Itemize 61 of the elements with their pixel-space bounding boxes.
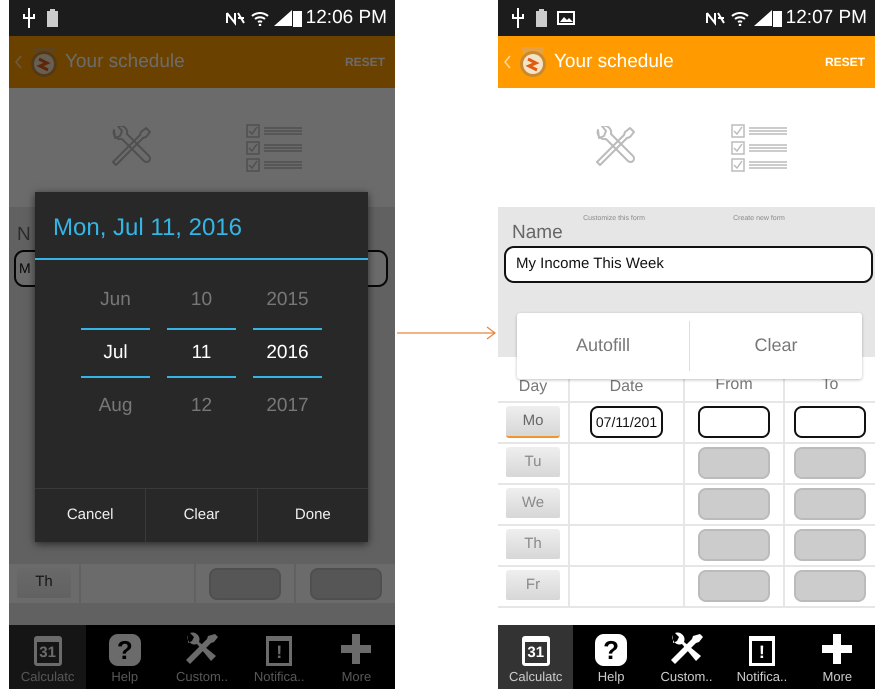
dialog-button[interactable]: Clear [146, 489, 258, 542]
dialog-title: Mon, Jul 11, 2016 [35, 192, 368, 260]
image-icon [557, 11, 575, 25]
mute-icon [226, 10, 246, 26]
picker-option[interactable]: 2015 [266, 280, 309, 320]
picker-current-value[interactable]: 2016 [253, 328, 322, 378]
checklist-icon[interactable] [246, 124, 303, 172]
nav-tab[interactable]: 31 Calculatc [9, 625, 86, 689]
time-field[interactable] [310, 568, 382, 600]
battery-icon [292, 9, 302, 27]
usb-icon [23, 8, 35, 28]
time-field[interactable] [698, 406, 770, 438]
action-button[interactable]: Clear [690, 320, 862, 370]
plus-icon [820, 632, 854, 666]
screen-title: Your schedule [65, 50, 185, 74]
calendar-icon: 31 [34, 636, 62, 666]
back-icon[interactable] [15, 55, 23, 69]
time-field[interactable] [209, 568, 281, 600]
name-label: Name [511, 222, 564, 242]
action-button[interactable]: Autofill [517, 320, 689, 370]
time-field[interactable] [794, 406, 866, 438]
picker-option[interactable]: 12 [190, 386, 212, 426]
screen-title: Your schedule [554, 50, 674, 74]
alert-calendar-icon: ! [748, 636, 775, 666]
status-time: 12:07 PM [786, 6, 867, 30]
status-time: 12:06 PM [306, 6, 387, 30]
battery-icon [47, 9, 58, 27]
help-icon: ? [108, 634, 141, 666]
reset-button[interactable]: RESET [824, 53, 865, 71]
dialog-button[interactable]: Cancel [35, 489, 146, 542]
date-field[interactable]: 07/11/201 [590, 406, 664, 438]
picker-current-value[interactable]: 11 [167, 328, 236, 378]
dialog-button[interactable]: Done [258, 489, 368, 542]
picker-current-value[interactable]: Jul [81, 328, 150, 378]
alert-calendar-icon: ! [266, 636, 292, 666]
picker-option[interactable]: 2017 [266, 386, 309, 426]
column-header: Date [610, 376, 644, 396]
column-header: Day [518, 376, 548, 396]
battery-icon [772, 9, 782, 27]
signal-icon [754, 10, 772, 26]
wifi-icon [730, 10, 749, 26]
picker-option[interactable]: 10 [190, 280, 212, 320]
name-field[interactable]: My Income This Week [504, 246, 873, 282]
day-button[interactable]: Mo [506, 406, 560, 438]
app-logo-icon [29, 46, 59, 78]
back-icon[interactable] [504, 55, 512, 69]
usb-icon [512, 8, 524, 28]
tools-icon [185, 632, 219, 666]
mute-icon [706, 10, 726, 26]
calendar-icon: 31 [522, 636, 550, 666]
signal-icon [274, 10, 292, 26]
battery-icon [536, 9, 547, 27]
tools-icon [670, 632, 704, 666]
app-logo-icon [518, 46, 548, 78]
wifi-icon [250, 10, 269, 26]
checklist-icon[interactable] [730, 124, 788, 172]
picker-option[interactable]: Jun [100, 280, 131, 320]
help-icon: ? [595, 634, 628, 666]
nav-tab[interactable]: 31 Calculatc [498, 625, 574, 689]
picker-option[interactable]: Aug [98, 386, 132, 426]
plus-icon [339, 632, 374, 666]
